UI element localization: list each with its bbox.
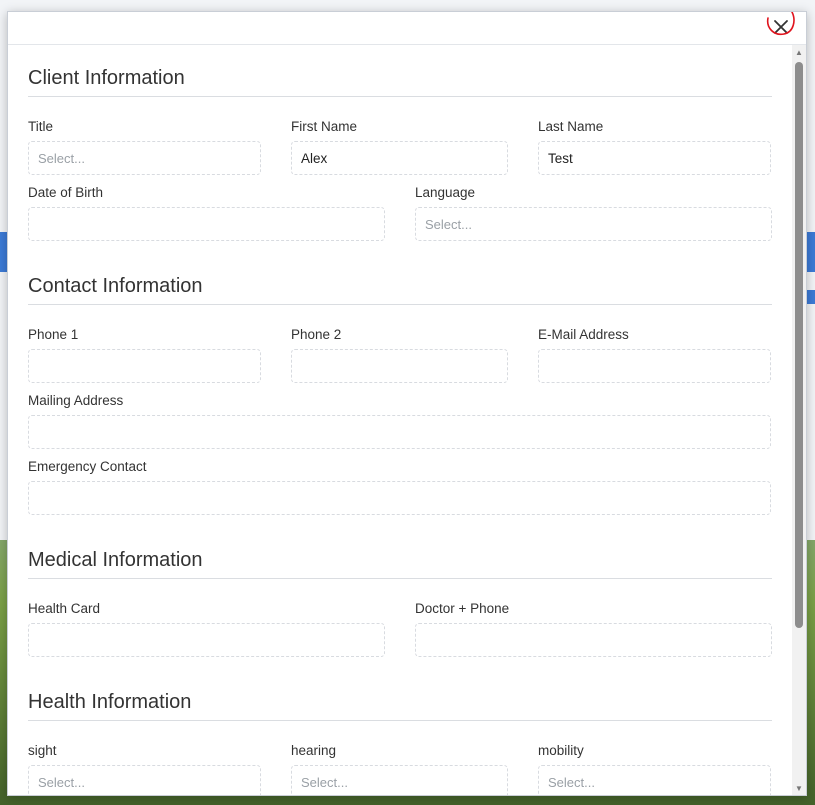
doctor-phone-label: Doctor + Phone (415, 601, 510, 616)
health-card-input[interactable] (28, 623, 385, 657)
health-card-label: Health Card (28, 601, 101, 616)
scroll-down-arrow[interactable]: ▼ (792, 781, 806, 795)
hearing-select[interactable]: Select... (291, 765, 508, 795)
modal-body: Client Information Title Select... First… (8, 45, 792, 795)
scroll-thumb[interactable] (795, 62, 803, 628)
sight-select[interactable]: Select... (28, 765, 261, 795)
emergency-contact-input[interactable] (28, 481, 771, 515)
title-label: Title (28, 119, 54, 134)
last-name-field: Last Name Test (538, 119, 771, 175)
close-button[interactable] (766, 12, 796, 42)
mobility-select[interactable]: Select... (538, 765, 771, 795)
mailing-address-label: Mailing Address (28, 393, 124, 408)
hearing-field: hearing Select... (291, 743, 508, 795)
dob-field: Date of Birth (28, 185, 385, 241)
dob-label: Date of Birth (28, 185, 104, 200)
phone1-input[interactable] (28, 349, 261, 383)
close-icon (773, 19, 789, 35)
client-information-section: Client Information Title Select... First… (28, 67, 772, 241)
email-label: E-Mail Address (538, 327, 629, 342)
email-field: E-Mail Address (538, 327, 771, 383)
phone2-input[interactable] (291, 349, 508, 383)
emergency-contact-label: Emergency Contact (28, 459, 147, 474)
section-title-health: Health Information (28, 691, 772, 721)
emergency-contact-field: Emergency Contact (28, 459, 771, 515)
dob-input[interactable] (28, 207, 385, 241)
medical-information-section: Medical Information Health Card Doctor +… (28, 549, 772, 657)
vertical-scrollbar[interactable]: ▲ ▼ (792, 45, 806, 795)
language-label: Language (415, 185, 476, 200)
phone2-label: Phone 2 (291, 327, 342, 342)
last-name-label: Last Name (538, 119, 604, 134)
first-name-field: First Name Alex (291, 119, 508, 175)
mobility-label: mobility (538, 743, 584, 758)
doctor-phone-input[interactable] (415, 623, 772, 657)
first-name-label: First Name (291, 119, 358, 134)
section-title-contact: Contact Information (28, 275, 772, 305)
sight-field: sight Select... (28, 743, 261, 795)
title-select[interactable]: Select... (28, 141, 261, 175)
phone2-field: Phone 2 (291, 327, 508, 383)
health-information-section: Health Information sight Select... heari… (28, 691, 772, 795)
mailing-address-field: Mailing Address (28, 393, 771, 449)
last-name-input[interactable]: Test (538, 141, 771, 175)
modal-header (8, 12, 806, 45)
section-title-client: Client Information (28, 67, 772, 97)
mailing-address-input[interactable] (28, 415, 771, 449)
section-title-medical: Medical Information (28, 549, 772, 579)
scroll-up-arrow[interactable]: ▲ (792, 45, 806, 59)
title-field: Title Select... (28, 119, 261, 175)
phone1-field: Phone 1 (28, 327, 261, 383)
email-input[interactable] (538, 349, 771, 383)
language-select[interactable]: Select... (415, 207, 772, 241)
hearing-label: hearing (291, 743, 337, 758)
phone1-label: Phone 1 (28, 327, 79, 342)
sight-label: sight (28, 743, 57, 758)
client-modal: Client Information Title Select... First… (7, 11, 807, 796)
first-name-input[interactable]: Alex (291, 141, 508, 175)
contact-information-section: Contact Information Phone 1 Phone 2 E-Ma… (28, 275, 772, 515)
mobility-field: mobility Select... (538, 743, 771, 795)
doctor-phone-field: Doctor + Phone (415, 601, 772, 657)
health-card-field: Health Card (28, 601, 385, 657)
language-field: Language Select... (415, 185, 772, 241)
